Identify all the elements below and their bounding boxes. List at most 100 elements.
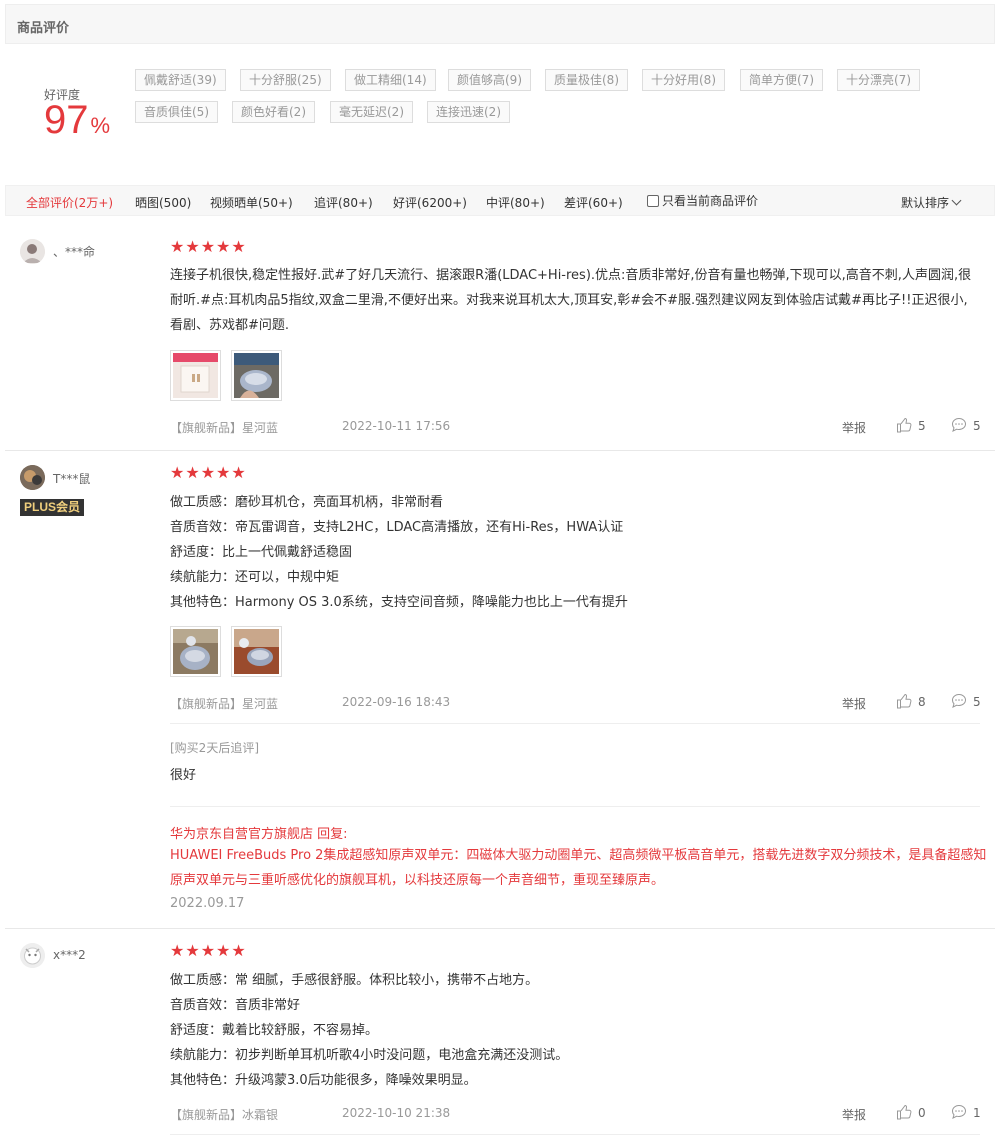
review-bottom-divider (170, 1134, 980, 1135)
review-tag[interactable]: 十分好用(8) (642, 69, 725, 91)
star-icon: ★ (185, 463, 200, 482)
reviewer-name: 、***命 (53, 245, 96, 259)
like-count: 8 (918, 695, 926, 709)
review-meta: 【旗舰新品】星河蓝 2022-10-11 17:56 (170, 419, 450, 436)
star-icon: ★ (231, 941, 246, 960)
comment-button[interactable]: 1 (951, 1104, 981, 1120)
avatar[interactable] (20, 465, 45, 490)
star-icon: ★ (216, 941, 231, 960)
star-icon: ★ (231, 463, 246, 482)
avatar[interactable] (20, 239, 45, 264)
review-tag[interactable]: 佩戴舒适(39) (135, 69, 226, 91)
review-text-line: 做工质感：常 细腻，手感很舒服。体积比较小，携带不占地方。 (170, 973, 539, 988)
star-rating: ★★★★★ (170, 237, 247, 256)
like-button[interactable]: 5 (896, 417, 926, 433)
star-icon: ★ (185, 941, 200, 960)
review-text-line: 舒适度：比上一代佩戴舒适稳固 (170, 545, 353, 560)
review-text-line: 音质音效：音质非常好 (170, 998, 301, 1013)
review-date: 2022-10-11 17:56 (342, 419, 451, 433)
checkbox-icon[interactable] (647, 195, 659, 207)
star-icon: ★ (170, 941, 185, 960)
review-text-line: 做工质感：磨砂耳机仓，亮面耳机柄，非常耐看 (170, 495, 444, 510)
review-content: 做工质感：磨砂耳机仓，亮面耳机柄，非常耐看 音质音效：帝瓦雷调音，支持L2HC，… (170, 490, 980, 615)
star-icon: ★ (231, 237, 246, 256)
review-tag[interactable]: 质量极佳(8) (545, 69, 628, 91)
filter-tab-videos[interactable]: 视频晒单(50+) (210, 194, 293, 211)
thumbs-up-icon (897, 1104, 912, 1120)
review-tag[interactable]: 颜值够高(9) (448, 69, 531, 91)
followup-label: [购买2天后追评] (170, 741, 259, 755)
reviews-title: 商品评价 (17, 21, 70, 36)
star-icon: ★ (216, 237, 231, 256)
filter-tab-followup[interactable]: 追评(80+) (314, 194, 373, 211)
filter-tab-negative[interactable]: 差评(60+) (564, 194, 623, 211)
review-text-line: 续航能力：初步判断单耳机听歌4小时没问题，电池盒充满还没测试。 (170, 1048, 569, 1063)
star-icon: ★ (185, 237, 200, 256)
comment-icon (951, 693, 967, 708)
only-current-checkbox[interactable]: 只看当前商品评价 (647, 192, 758, 209)
review-tag[interactable]: 毫无延迟(2) (330, 101, 413, 123)
like-button[interactable]: 0 (896, 1104, 926, 1120)
shop-reply-date: 2022.09.17 (170, 896, 245, 911)
rate-unit: % (90, 113, 111, 138)
review-tag[interactable]: 简单方便(7) (740, 69, 823, 91)
reviewer-name: T***鼠 (53, 472, 91, 486)
review-item: x***2 ★★★★★ 做工质感：常 细腻，手感很舒服。体积比较小，携带不占地方… (5, 929, 995, 1139)
shop-reply-header: 华为京东自营官方旗舰店 回复: (170, 827, 348, 842)
only-current-label: 只看当前商品评价 (662, 194, 759, 208)
review-content: 连接子机很快,稳定性报好.武#了好几天流行、据滚跟R潘(LDAC+Hi-res)… (170, 263, 980, 338)
review-filter-bar: 全部评价(2万+) 晒图(500) 视频晒单(50+) 追评(80+) 好评(6… (5, 185, 995, 216)
avatar[interactable] (20, 943, 45, 968)
like-button[interactable]: 8 (896, 693, 926, 709)
star-icon: ★ (200, 237, 216, 256)
review-date: 2022-10-10 21:38 (342, 1106, 451, 1120)
thumbs-up-icon (897, 693, 912, 709)
review-image-thumbnail[interactable] (231, 626, 282, 677)
product-variant: 【旗舰新品】冰霜银 (170, 1108, 279, 1122)
like-count: 0 (918, 1106, 926, 1120)
rating-summary: 好评度 97% (44, 86, 110, 140)
reviews-header: 商品评价 (5, 4, 995, 44)
report-button[interactable]: 举报 (842, 1106, 866, 1123)
review-item: 、***命 ★★★★★ 连接子机很快,稳定性报好.武#了好几天流行、据滚跟R潘(… (5, 230, 995, 451)
filter-tab-photos[interactable]: 晒图(500) (135, 194, 191, 211)
review-text-line: 续航能力：还可以，中规中矩 (170, 570, 340, 585)
product-variant: 【旗舰新品】星河蓝 (170, 697, 279, 711)
filter-tab-all[interactable]: 全部评价(2万+) (26, 194, 113, 211)
review-tag[interactable]: 连接迅速(2) (427, 101, 510, 123)
thumbs-up-icon (897, 417, 912, 433)
review-date: 2022-09-16 18:43 (342, 695, 451, 709)
reply-divider (170, 806, 980, 807)
comment-button[interactable]: 5 (951, 693, 981, 709)
comment-button[interactable]: 5 (951, 417, 981, 433)
chevron-down-icon (951, 195, 962, 206)
report-button[interactable]: 举报 (842, 695, 866, 712)
star-icon: ★ (216, 463, 231, 482)
rate-number: 97 (44, 98, 89, 142)
review-tag[interactable]: 颜色好看(2) (232, 101, 315, 123)
reviewer-name: x***2 (53, 948, 86, 962)
review-text-line: 其他特色：Harmony OS 3.0系统，支持空间音频，降噪能力也比上一代有提… (170, 595, 628, 610)
filter-tab-positive[interactable]: 好评(6200+) (393, 194, 467, 211)
report-button[interactable]: 举报 (842, 419, 866, 436)
review-text-line: 舒适度：戴着比较舒服，不容易掉。 (170, 1023, 379, 1038)
product-variant: 【旗舰新品】星河蓝 (170, 421, 279, 435)
review-text-line: 连接子机很快,稳定性报好.武#了好几天流行、据滚跟R潘(LDAC+Hi-res)… (170, 268, 972, 333)
filter-tab-neutral[interactable]: 中评(80+) (486, 194, 545, 211)
review-text-line: 其他特色：升级鸿蒙3.0后功能很多，降噪效果明显。 (170, 1073, 477, 1088)
review-image-thumbnail[interactable] (170, 626, 221, 677)
review-tag[interactable]: 做工精细(14) (345, 69, 436, 91)
comment-count: 1 (973, 1106, 981, 1120)
shop-reply-text: HUAWEI FreeBuds Pro 2集成超感知原声双单元：四磁体大驱力动圈… (170, 848, 987, 888)
review-image-thumbnail[interactable] (231, 350, 282, 401)
star-icon: ★ (200, 463, 216, 482)
review-tag[interactable]: 十分漂亮(7) (837, 69, 920, 91)
comment-icon (951, 417, 967, 432)
review-tag[interactable]: 音质俱佳(5) (135, 101, 218, 123)
sort-dropdown[interactable]: 默认排序 (901, 194, 962, 211)
review-meta: 【旗舰新品】星河蓝 2022-09-16 18:43 (170, 695, 450, 712)
review-tag[interactable]: 十分舒服(25) (240, 69, 331, 91)
review-text-line: 音质音效：帝瓦雷调音，支持L2HC，LDAC高清播放，还有Hi-Res，HWA认… (170, 520, 624, 535)
review-image-thumbnail[interactable] (170, 350, 221, 401)
star-rating: ★★★★★ (170, 941, 247, 960)
